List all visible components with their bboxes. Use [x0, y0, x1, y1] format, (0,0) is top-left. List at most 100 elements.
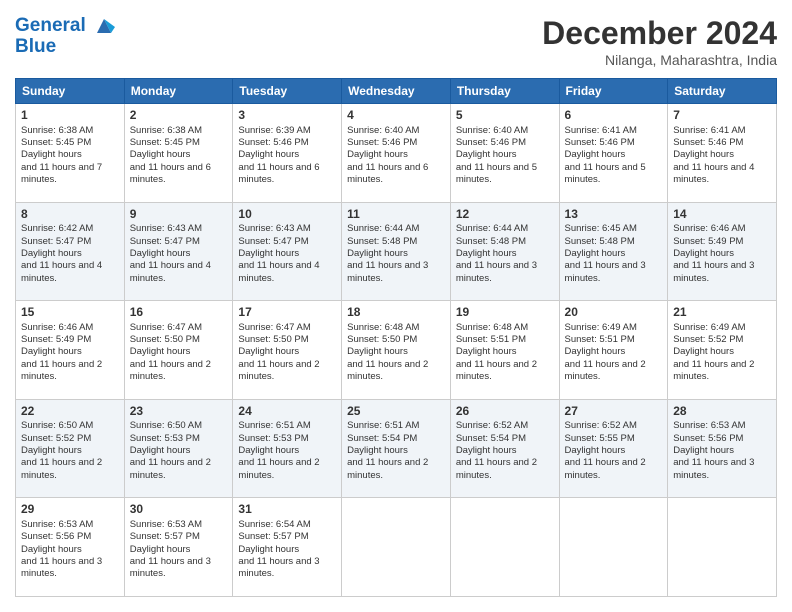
table-row: 17 Sunrise: 6:47 AM Sunset: 5:50 PM Dayl…: [233, 301, 342, 400]
table-row: 10 Sunrise: 6:43 AM Sunset: 5:47 PM Dayl…: [233, 202, 342, 301]
calendar-week-row: 8 Sunrise: 6:42 AM Sunset: 5:47 PM Dayli…: [16, 202, 777, 301]
daylight-value: and 11 hours and 2 minutes.: [673, 359, 754, 382]
day-number: 28: [673, 404, 771, 420]
table-row: 5 Sunrise: 6:40 AM Sunset: 5:46 PM Dayli…: [450, 104, 559, 203]
day-number: 20: [565, 305, 663, 321]
sunrise-label: Sunrise: 6:50 AM: [21, 420, 93, 431]
daylight-value: and 11 hours and 3 minutes.: [238, 556, 319, 579]
table-row: 2 Sunrise: 6:38 AM Sunset: 5:45 PM Dayli…: [124, 104, 233, 203]
day-number: 22: [21, 404, 119, 420]
day-number: 21: [673, 305, 771, 321]
daylight-value: and 11 hours and 2 minutes.: [347, 457, 428, 480]
day-number: 16: [130, 305, 228, 321]
daylight-value: and 11 hours and 4 minutes.: [673, 162, 754, 185]
table-row: 29 Sunrise: 6:53 AM Sunset: 5:56 PM Dayl…: [16, 498, 125, 597]
daylight-label: Daylight hours: [456, 149, 517, 160]
day-number: 2: [130, 108, 228, 124]
logo-text: General: [15, 15, 115, 37]
sunset-label: Sunset: 5:51 PM: [456, 334, 526, 345]
daylight-label: Daylight hours: [673, 248, 734, 259]
daylight-label: Daylight hours: [238, 149, 299, 160]
sunset-label: Sunset: 5:49 PM: [21, 334, 91, 345]
day-number: 10: [238, 207, 336, 223]
logo-blue: Blue: [15, 37, 115, 58]
day-number: 29: [21, 502, 119, 518]
daylight-label: Daylight hours: [130, 544, 191, 555]
table-row: 27 Sunrise: 6:52 AM Sunset: 5:55 PM Dayl…: [559, 399, 668, 498]
col-thursday: Thursday: [450, 79, 559, 104]
sunrise-label: Sunrise: 6:38 AM: [130, 125, 202, 136]
calendar-week-row: 29 Sunrise: 6:53 AM Sunset: 5:56 PM Dayl…: [16, 498, 777, 597]
sunset-label: Sunset: 5:47 PM: [130, 236, 200, 247]
daylight-label: Daylight hours: [673, 149, 734, 160]
daylight-value: and 11 hours and 3 minutes.: [347, 260, 428, 283]
sunrise-label: Sunrise: 6:41 AM: [673, 125, 745, 136]
col-saturday: Saturday: [668, 79, 777, 104]
sunrise-label: Sunrise: 6:50 AM: [130, 420, 202, 431]
day-number: 12: [456, 207, 554, 223]
sunrise-label: Sunrise: 6:53 AM: [130, 519, 202, 530]
daylight-label: Daylight hours: [238, 544, 299, 555]
table-row: 20 Sunrise: 6:49 AM Sunset: 5:51 PM Dayl…: [559, 301, 668, 400]
daylight-value: and 11 hours and 6 minutes.: [130, 162, 211, 185]
daylight-value: and 11 hours and 2 minutes.: [238, 359, 319, 382]
daylight-value: and 11 hours and 2 minutes.: [565, 359, 646, 382]
daylight-label: Daylight hours: [456, 445, 517, 456]
sunrise-label: Sunrise: 6:38 AM: [21, 125, 93, 136]
daylight-value: and 11 hours and 3 minutes.: [21, 556, 102, 579]
table-row: [668, 498, 777, 597]
day-number: 24: [238, 404, 336, 420]
daylight-value: and 11 hours and 2 minutes.: [130, 457, 211, 480]
sunrise-label: Sunrise: 6:48 AM: [456, 322, 528, 333]
table-row: 26 Sunrise: 6:52 AM Sunset: 5:54 PM Dayl…: [450, 399, 559, 498]
table-row: 21 Sunrise: 6:49 AM Sunset: 5:52 PM Dayl…: [668, 301, 777, 400]
daylight-value: and 11 hours and 5 minutes.: [565, 162, 646, 185]
table-row: 15 Sunrise: 6:46 AM Sunset: 5:49 PM Dayl…: [16, 301, 125, 400]
col-tuesday: Tuesday: [233, 79, 342, 104]
sunset-label: Sunset: 5:46 PM: [565, 137, 635, 148]
daylight-label: Daylight hours: [456, 248, 517, 259]
daylight-label: Daylight hours: [347, 445, 408, 456]
table-row: 31 Sunrise: 6:54 AM Sunset: 5:57 PM Dayl…: [233, 498, 342, 597]
daylight-value: and 11 hours and 2 minutes.: [565, 457, 646, 480]
daylight-label: Daylight hours: [238, 346, 299, 357]
daylight-label: Daylight hours: [130, 248, 191, 259]
sunrise-label: Sunrise: 6:39 AM: [238, 125, 310, 136]
calendar-week-row: 22 Sunrise: 6:50 AM Sunset: 5:52 PM Dayl…: [16, 399, 777, 498]
sunrise-label: Sunrise: 6:46 AM: [673, 223, 745, 234]
daylight-label: Daylight hours: [456, 346, 517, 357]
sunset-label: Sunset: 5:45 PM: [21, 137, 91, 148]
table-row: 24 Sunrise: 6:51 AM Sunset: 5:53 PM Dayl…: [233, 399, 342, 498]
sunrise-label: Sunrise: 6:49 AM: [673, 322, 745, 333]
sunrise-label: Sunrise: 6:47 AM: [130, 322, 202, 333]
daylight-value: and 11 hours and 2 minutes.: [238, 457, 319, 480]
sunrise-label: Sunrise: 6:48 AM: [347, 322, 419, 333]
day-number: 13: [565, 207, 663, 223]
sunrise-label: Sunrise: 6:41 AM: [565, 125, 637, 136]
sunrise-label: Sunrise: 6:54 AM: [238, 519, 310, 530]
day-number: 9: [130, 207, 228, 223]
sunset-label: Sunset: 5:53 PM: [238, 433, 308, 444]
sunrise-label: Sunrise: 6:53 AM: [21, 519, 93, 530]
sunset-label: Sunset: 5:46 PM: [673, 137, 743, 148]
day-number: 18: [347, 305, 445, 321]
location: Nilanga, Maharashtra, India: [542, 52, 777, 68]
daylight-label: Daylight hours: [347, 248, 408, 259]
daylight-label: Daylight hours: [21, 248, 82, 259]
day-number: 27: [565, 404, 663, 420]
day-number: 3: [238, 108, 336, 124]
sunset-label: Sunset: 5:47 PM: [238, 236, 308, 247]
day-number: 26: [456, 404, 554, 420]
sunset-label: Sunset: 5:51 PM: [565, 334, 635, 345]
daylight-label: Daylight hours: [565, 445, 626, 456]
sunset-label: Sunset: 5:57 PM: [238, 531, 308, 542]
table-row: 13 Sunrise: 6:45 AM Sunset: 5:48 PM Dayl…: [559, 202, 668, 301]
sunrise-label: Sunrise: 6:44 AM: [347, 223, 419, 234]
sunset-label: Sunset: 5:48 PM: [456, 236, 526, 247]
daylight-label: Daylight hours: [130, 149, 191, 160]
daylight-label: Daylight hours: [347, 149, 408, 160]
daylight-value: and 11 hours and 6 minutes.: [347, 162, 428, 185]
calendar-header-row: Sunday Monday Tuesday Wednesday Thursday…: [16, 79, 777, 104]
sunset-label: Sunset: 5:46 PM: [456, 137, 526, 148]
table-row: 11 Sunrise: 6:44 AM Sunset: 5:48 PM Dayl…: [342, 202, 451, 301]
